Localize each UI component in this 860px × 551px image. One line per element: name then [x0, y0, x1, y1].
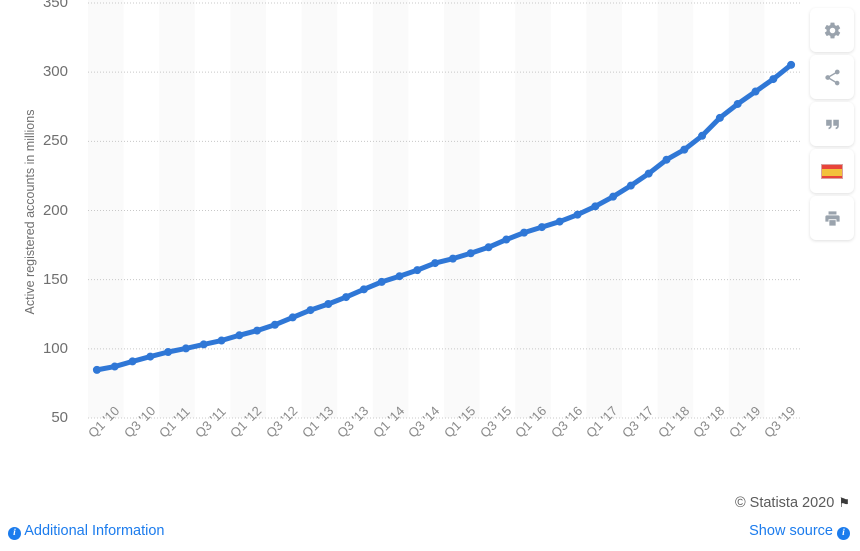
copyright: © Statista 2020 ⚑ — [735, 495, 850, 511]
data-point — [626, 181, 635, 190]
y-axis-tick-label: 250 — [42, 132, 68, 150]
data-point — [146, 352, 155, 361]
data-point — [448, 254, 457, 263]
data-point — [698, 131, 707, 140]
y-axis-tick-label: 150 — [42, 270, 68, 288]
data-point — [466, 249, 475, 258]
copyright-label: © Statista 2020 — [734, 495, 835, 511]
data-point — [181, 344, 190, 353]
data-point — [92, 365, 101, 374]
spanish-flag-icon — [821, 163, 843, 179]
data-point — [253, 326, 262, 335]
data-point — [733, 99, 742, 108]
show-source-link[interactable]: Show source i — [749, 523, 850, 540]
y-axis-tick-label: 100 — [42, 339, 68, 357]
data-point — [110, 362, 119, 371]
data-point — [288, 313, 297, 322]
data-point — [502, 235, 511, 244]
chart-footer: i Additional Information © Statista 2020… — [0, 490, 860, 551]
data-point — [591, 202, 600, 211]
data-point — [164, 348, 173, 357]
data-point — [342, 293, 351, 302]
data-point — [573, 210, 582, 219]
data-point — [199, 340, 208, 349]
citation-button[interactable] — [810, 102, 854, 146]
data-point — [377, 277, 386, 286]
additional-information-label: Additional Information — [24, 523, 165, 539]
data-point — [484, 243, 493, 252]
data-point — [662, 155, 671, 164]
data-point — [609, 192, 618, 201]
data-point — [413, 266, 422, 275]
show-source-label: Show source — [749, 523, 833, 539]
chart-toolbar — [810, 8, 854, 240]
data-point — [769, 75, 778, 84]
printer-icon — [823, 209, 842, 228]
plot-background-bands — [88, 0, 765, 418]
y-axis-tick-label: 300 — [42, 63, 68, 81]
data-point — [128, 357, 137, 366]
additional-information-link[interactable]: i Additional Information — [8, 523, 164, 540]
data-point — [431, 259, 440, 268]
share-button[interactable] — [810, 55, 854, 99]
data-point — [644, 169, 653, 178]
y-axis-tick-label: 350 — [42, 0, 68, 11]
share-icon — [823, 68, 842, 87]
quote-icon — [823, 115, 842, 134]
data-point — [520, 228, 529, 237]
y-axis-tick-label: 50 — [51, 409, 68, 426]
data-point — [359, 285, 368, 294]
chart-figure: Active registered accounts in millions 5… — [0, 0, 860, 497]
data-point — [680, 145, 689, 154]
data-point — [715, 113, 724, 122]
data-point — [395, 272, 404, 281]
print-button[interactable] — [810, 196, 854, 240]
data-point — [787, 60, 796, 69]
gear-icon — [823, 21, 842, 40]
settings-button[interactable] — [810, 8, 854, 52]
data-point — [270, 320, 279, 329]
data-point — [306, 306, 315, 315]
info-icon: i — [8, 527, 21, 540]
data-point — [217, 336, 226, 345]
data-point — [751, 87, 760, 96]
data-point — [324, 300, 333, 309]
data-point — [235, 331, 244, 340]
source-info-icon: i — [837, 527, 850, 540]
y-axis-tick-label: 200 — [42, 201, 68, 219]
data-point — [537, 223, 546, 232]
flag-icon: ⚑ — [838, 495, 850, 510]
data-point — [555, 217, 564, 226]
language-button[interactable] — [810, 149, 854, 193]
